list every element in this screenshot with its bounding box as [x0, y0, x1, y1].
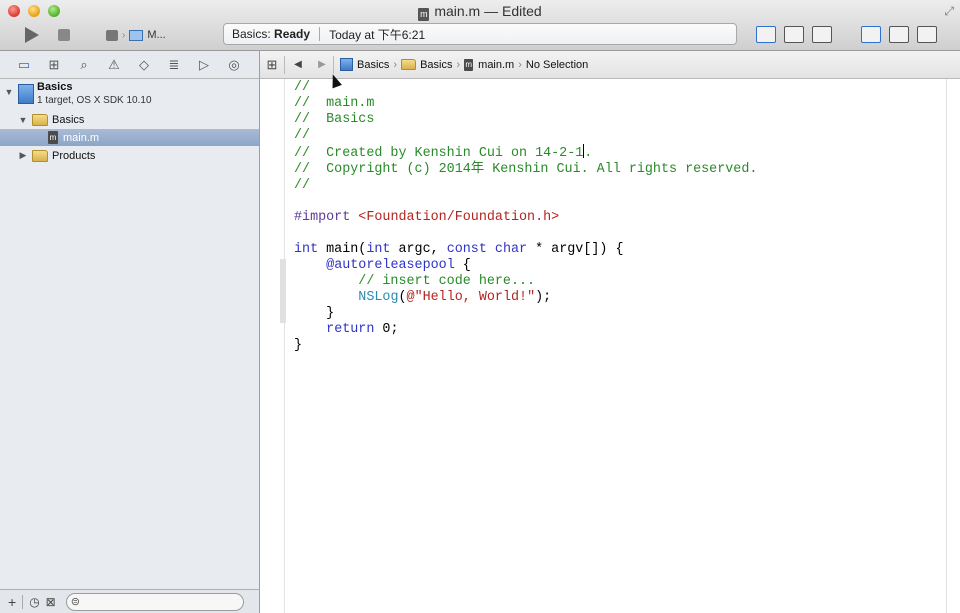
breadcrumb-label: Basics [357, 58, 390, 71]
code-line: // [294, 178, 311, 193]
mac-destination-icon [129, 29, 144, 41]
scheme-selector[interactable]: › M... [106, 27, 166, 43]
xcode-project-icon [18, 84, 34, 104]
code-line: NSLog(@"Hello, World!"); [358, 290, 552, 305]
breadcrumb-label: main.m [478, 58, 515, 71]
test-navigator-icon[interactable]: ◇ [130, 57, 158, 73]
play-icon [25, 27, 39, 43]
objc-file-icon: m [418, 8, 430, 21]
unsaved-files-icon[interactable]: ⊠ [46, 595, 56, 609]
scheme-target-icon [106, 29, 118, 41]
chevron-right-icon: › [518, 58, 522, 71]
list-item[interactable]: m main.m [0, 129, 259, 146]
navigator-selector-bar: ▭ ⊞ ⌕ ⚠ ◇ ≣ ▷ ◎ [0, 51, 260, 79]
fullscreen-icon[interactable]: ⤢ [944, 4, 954, 19]
find-navigator-icon[interactable]: ⌕ [70, 57, 98, 73]
disclosure-right-icon[interactable]: ▶ [18, 150, 28, 161]
divider [22, 594, 24, 609]
project-subtitle: 1 target, OS X SDK 10.10 [37, 95, 152, 106]
standard-editor-icon[interactable] [756, 26, 776, 43]
filter-icon: ⊜ [70, 596, 80, 608]
chevron-right-icon: › [456, 58, 461, 71]
disclosure-down-icon[interactable]: ▼ [4, 87, 14, 97]
window-title: m main.m — Edited [0, 3, 960, 21]
disclosure-down-icon[interactable]: ▼ [18, 115, 28, 125]
breadcrumb-project[interactable]: Basics [340, 58, 389, 71]
activity-project: Basics: [232, 27, 271, 41]
code-line: } [294, 338, 303, 353]
toggle-navigator-icon[interactable] [861, 26, 881, 43]
list-item-label: Basics [52, 113, 85, 126]
filter-input[interactable]: ⊜ [65, 592, 244, 611]
breadcrumb-label: Basics [420, 58, 453, 71]
back-button[interactable]: ◀ [285, 59, 311, 70]
project-navigator-icon[interactable]: ▭ [10, 57, 38, 73]
run-button[interactable] [20, 26, 42, 44]
editor-gutter[interactable] [260, 79, 285, 613]
activity-timestamp: Today at 下午6:21 [329, 27, 426, 42]
list-item-label: main.m [63, 131, 100, 144]
recent-files-icon[interactable]: ◷ [29, 595, 39, 609]
stop-icon [58, 29, 70, 41]
breadcrumb-symbol[interactable]: No Selection [526, 59, 588, 71]
chevron-right-icon: › [393, 58, 398, 71]
add-file-icon[interactable]: + [8, 594, 16, 610]
breadcrumb: Basics › Basics › m main.m › No Selection [340, 58, 588, 71]
breadcrumb-group[interactable]: Basics [401, 59, 452, 71]
project-navigator: ▼ Basics 1 target, OS X SDK 10.10 ▼ Basi… [0, 79, 260, 589]
chevron-right-icon: › [122, 29, 126, 41]
divider [333, 55, 334, 74]
window-title-text: main.m — Edited [434, 3, 542, 19]
related-items-icon[interactable]: ⊞ [260, 57, 284, 73]
code-line: // insert code here... [294, 274, 536, 289]
jump-bar: ⊞ ◀ ▶ Basics › Basics › m main.m › No Sel… [260, 51, 960, 79]
debug-navigator-icon[interactable]: ≣ [160, 57, 188, 73]
version-editor-icon[interactable] [812, 26, 832, 43]
code-folding-ribbon[interactable] [280, 259, 286, 323]
code-line: // [294, 80, 311, 95]
editor-scrollbar[interactable] [946, 79, 960, 613]
source-editor[interactable]: // // main.m // Basics // // Created by … [260, 79, 946, 613]
scheme-destination-label: M... [147, 29, 166, 41]
code-line: return 0; [326, 322, 399, 337]
code-line: // Copyright (c) 2014年 Kenshin Cui. All … [294, 162, 758, 177]
forward-button[interactable]: ▶ [311, 59, 333, 70]
breakpoint-navigator-icon[interactable]: ▷ [190, 57, 218, 73]
activity-viewer: Basics: Ready Today at 下午6:21 [223, 23, 737, 45]
symbol-navigator-icon[interactable]: ⊞ [40, 57, 68, 73]
code-line: // Basics [294, 112, 375, 127]
project-name: Basics [37, 81, 73, 93]
activity-status: Ready [274, 27, 311, 41]
objc-file-icon: m [464, 58, 474, 71]
assistant-editor-icon[interactable] [784, 26, 804, 43]
code-line: // [294, 128, 311, 143]
log-navigator-icon[interactable]: ◎ [220, 57, 248, 73]
window-toolbar: m main.m — Edited ⤢ › M... Basics: Ready … [0, 0, 960, 51]
toggle-debug-area-icon[interactable] [889, 26, 909, 43]
folder-icon [32, 113, 48, 126]
code-text[interactable]: // // main.m // Basics // // Created by … [294, 80, 757, 354]
text-caret [583, 144, 585, 158]
code-line: int main(int argc, const char * argv[]) … [294, 242, 624, 257]
toggle-utilities-icon[interactable] [917, 26, 937, 43]
list-item-label: Products [52, 149, 96, 162]
project-row[interactable]: ▼ Basics 1 target, OS X SDK 10.10 [0, 79, 259, 111]
navigator-filter-bar: + ◷ ⊠ ⊜ [0, 589, 260, 613]
code-line: @autoreleasepool { [326, 258, 471, 273]
stop-button[interactable] [56, 27, 72, 43]
folder-icon [32, 149, 48, 162]
objc-file-icon: m [48, 131, 58, 144]
folder-icon [401, 59, 417, 70]
issue-navigator-icon[interactable]: ⚠ [100, 57, 128, 73]
list-item[interactable]: ▶ Products [0, 147, 259, 164]
code-line: // main.m [294, 96, 375, 111]
activity-divider [319, 27, 321, 41]
code-line: } [294, 306, 335, 321]
code-line: // Created by Kenshin Cui on 14-2-1. [294, 144, 593, 161]
code-line: #import <Foundation/Foundation.h> [294, 210, 560, 225]
list-item[interactable]: ▼ Basics [0, 111, 259, 128]
xcode-project-icon [340, 58, 353, 71]
breadcrumb-file[interactable]: m main.m [464, 58, 515, 71]
